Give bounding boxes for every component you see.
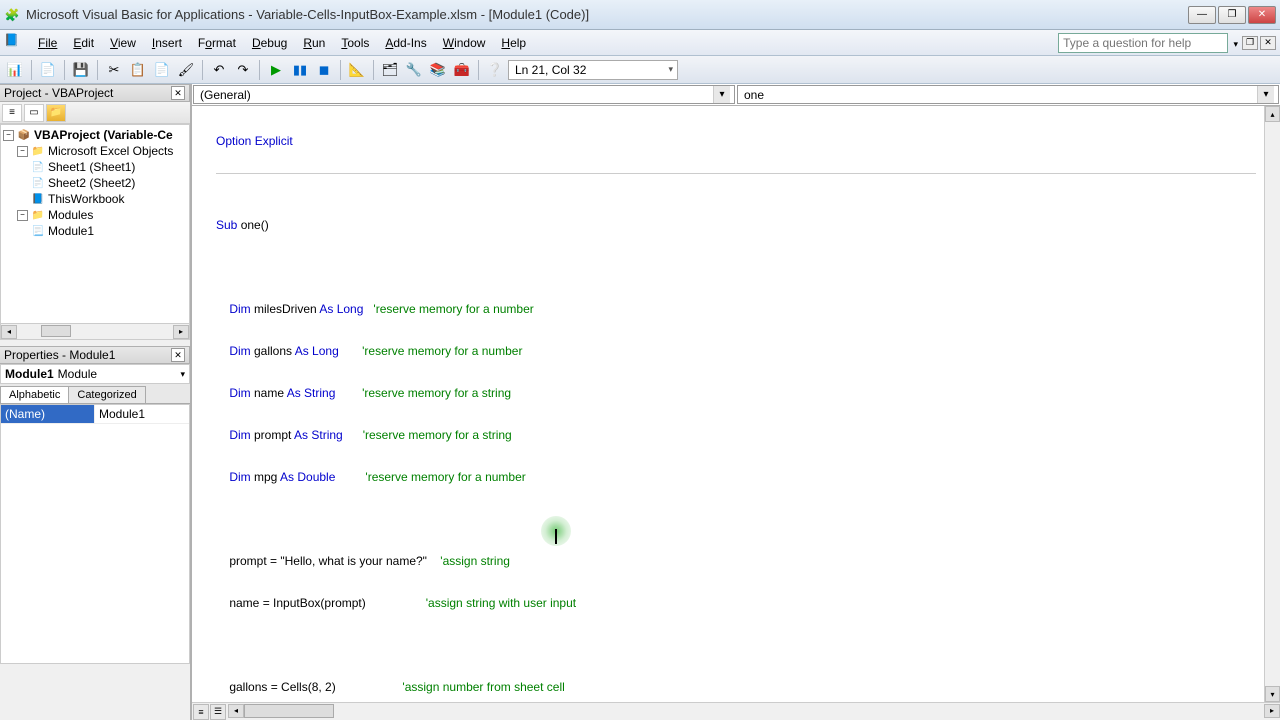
properties-window-icon[interactable]: 🔧 xyxy=(403,59,425,81)
properties-object-select[interactable]: Module1Module xyxy=(0,364,190,384)
properties-pane-close-icon[interactable]: ✕ xyxy=(171,348,185,362)
menu-addins[interactable]: Add-Ins xyxy=(377,33,434,53)
object-browser-icon[interactable]: 📚 xyxy=(427,59,449,81)
hscroll-thumb[interactable] xyxy=(41,325,71,337)
run-icon[interactable]: ▶ xyxy=(265,59,287,81)
hscroll-thumb[interactable] xyxy=(244,704,334,718)
vscroll-down-icon[interactable]: ▾ xyxy=(1265,686,1280,702)
object-dropdown[interactable]: (General) xyxy=(193,85,735,104)
menu-debug[interactable]: Debug xyxy=(244,33,295,53)
editor-hscroll[interactable]: ◂ ▸ xyxy=(228,704,1280,720)
menu-bar: 📘 File Edit View Insert Format Debug Run… xyxy=(0,30,1280,56)
tab-alphabetic[interactable]: Alphabetic xyxy=(0,386,69,403)
hscroll-left-icon[interactable]: ◂ xyxy=(1,325,17,339)
property-value-name[interactable]: Module1 xyxy=(95,405,189,423)
menu-file[interactable]: File xyxy=(30,33,65,53)
minimize-button[interactable]: — xyxy=(1188,6,1216,24)
help-search-input[interactable] xyxy=(1058,33,1228,53)
insert-module-icon[interactable]: 📄 xyxy=(37,59,59,81)
toolbox-icon[interactable]: 🧰 xyxy=(451,59,473,81)
project-tree[interactable]: −📦VBAProject (Variable-Ce −📁Microsoft Ex… xyxy=(0,124,190,324)
tree-modules-folder[interactable]: −📁Modules xyxy=(3,207,187,223)
vscroll-up-icon[interactable]: ▴ xyxy=(1265,106,1280,122)
close-button[interactable]: ✕ xyxy=(1248,6,1276,24)
help-search[interactable]: ▾ xyxy=(1058,33,1238,53)
view-excel-icon[interactable]: 📊 xyxy=(4,59,26,81)
app-icon: 🧩 xyxy=(4,7,20,23)
view-object-icon[interactable]: ▭ xyxy=(24,104,44,122)
menu-view[interactable]: View xyxy=(102,33,144,53)
maximize-button[interactable]: ❐ xyxy=(1218,6,1246,24)
project-explorer-icon[interactable]: 🗂 xyxy=(379,59,401,81)
tree-sheet1[interactable]: 📄Sheet1 (Sheet1) xyxy=(3,159,187,175)
help-icon[interactable]: ❔ xyxy=(484,59,506,81)
tree-excel-objects[interactable]: −📁Microsoft Excel Objects xyxy=(3,143,187,159)
toolbar: 📊 📄 💾 ✂ 📋 📄 🖌 ↶ ↷ ▶ ▮▮ ◼ 📐 🗂 🔧 📚 🧰 ❔ Ln … xyxy=(0,56,1280,84)
menu-window[interactable]: Window xyxy=(435,33,494,53)
menu-run[interactable]: Run xyxy=(295,33,333,53)
save-icon[interactable]: 💾 xyxy=(70,59,92,81)
line-column-indicator[interactable]: Ln 21, Col 32 xyxy=(508,60,678,80)
mdi-close-button[interactable]: ✕ xyxy=(1260,36,1276,50)
editor-vscroll[interactable]: ▴ ▾ xyxy=(1264,106,1280,702)
paste-icon[interactable]: 📄 xyxy=(151,59,173,81)
hscroll-right-icon[interactable]: ▸ xyxy=(1264,704,1280,718)
hscroll-left-icon[interactable]: ◂ xyxy=(228,704,244,718)
tree-root[interactable]: −📦VBAProject (Variable-Ce xyxy=(3,127,187,143)
full-module-view-icon[interactable]: ☰ xyxy=(210,704,226,720)
tree-sheet2[interactable]: 📄Sheet2 (Sheet2) xyxy=(3,175,187,191)
reset-icon[interactable]: ◼ xyxy=(313,59,335,81)
break-icon[interactable]: ▮▮ xyxy=(289,59,311,81)
hscroll-right-icon[interactable]: ▸ xyxy=(173,325,189,339)
title-bar: 🧩 Microsoft Visual Basic for Application… xyxy=(0,0,1280,30)
toggle-folders-icon[interactable]: 📁 xyxy=(46,104,66,122)
project-tree-hscroll[interactable]: ◂ ▸ xyxy=(0,324,190,340)
menu-insert[interactable]: Insert xyxy=(144,33,190,53)
design-mode-icon[interactable]: 📐 xyxy=(346,59,368,81)
undo-icon[interactable]: ↶ xyxy=(208,59,230,81)
cut-icon[interactable]: ✂ xyxy=(103,59,125,81)
redo-icon[interactable]: ↷ xyxy=(232,59,254,81)
window-title: Microsoft Visual Basic for Applications … xyxy=(26,7,1188,22)
code-editor[interactable]: Option Explicit Sub one() Dim milesDrive… xyxy=(192,106,1280,702)
procedure-view-icon[interactable]: ≡ xyxy=(193,704,209,720)
menu-format[interactable]: Format xyxy=(190,33,244,53)
project-pane-close-icon[interactable]: ✕ xyxy=(171,86,185,100)
tree-module1[interactable]: 📃Module1 xyxy=(3,223,187,239)
copy-icon[interactable]: 📋 xyxy=(127,59,149,81)
view-code-icon[interactable]: ≡ xyxy=(2,104,22,122)
property-row-name[interactable]: (Name) Module1 xyxy=(1,405,189,424)
text-cursor xyxy=(555,529,557,544)
property-key-name: (Name) xyxy=(1,405,95,423)
format-painter-icon[interactable]: 🖌 xyxy=(175,59,197,81)
menu-edit[interactable]: Edit xyxy=(65,33,102,53)
mdi-restore-button[interactable]: ❐ xyxy=(1242,36,1258,50)
tab-categorized[interactable]: Categorized xyxy=(68,386,145,403)
excel-icon[interactable]: 📘 xyxy=(4,33,24,53)
menu-tools[interactable]: Tools xyxy=(333,33,377,53)
procedure-dropdown[interactable]: one xyxy=(737,85,1279,104)
menu-help[interactable]: Help xyxy=(493,33,534,53)
properties-pane-header: Properties - Module1 ✕ xyxy=(0,346,190,364)
project-pane-header: Project - VBAProject ✕ xyxy=(0,84,190,102)
tree-thisworkbook[interactable]: 📘ThisWorkbook xyxy=(3,191,187,207)
